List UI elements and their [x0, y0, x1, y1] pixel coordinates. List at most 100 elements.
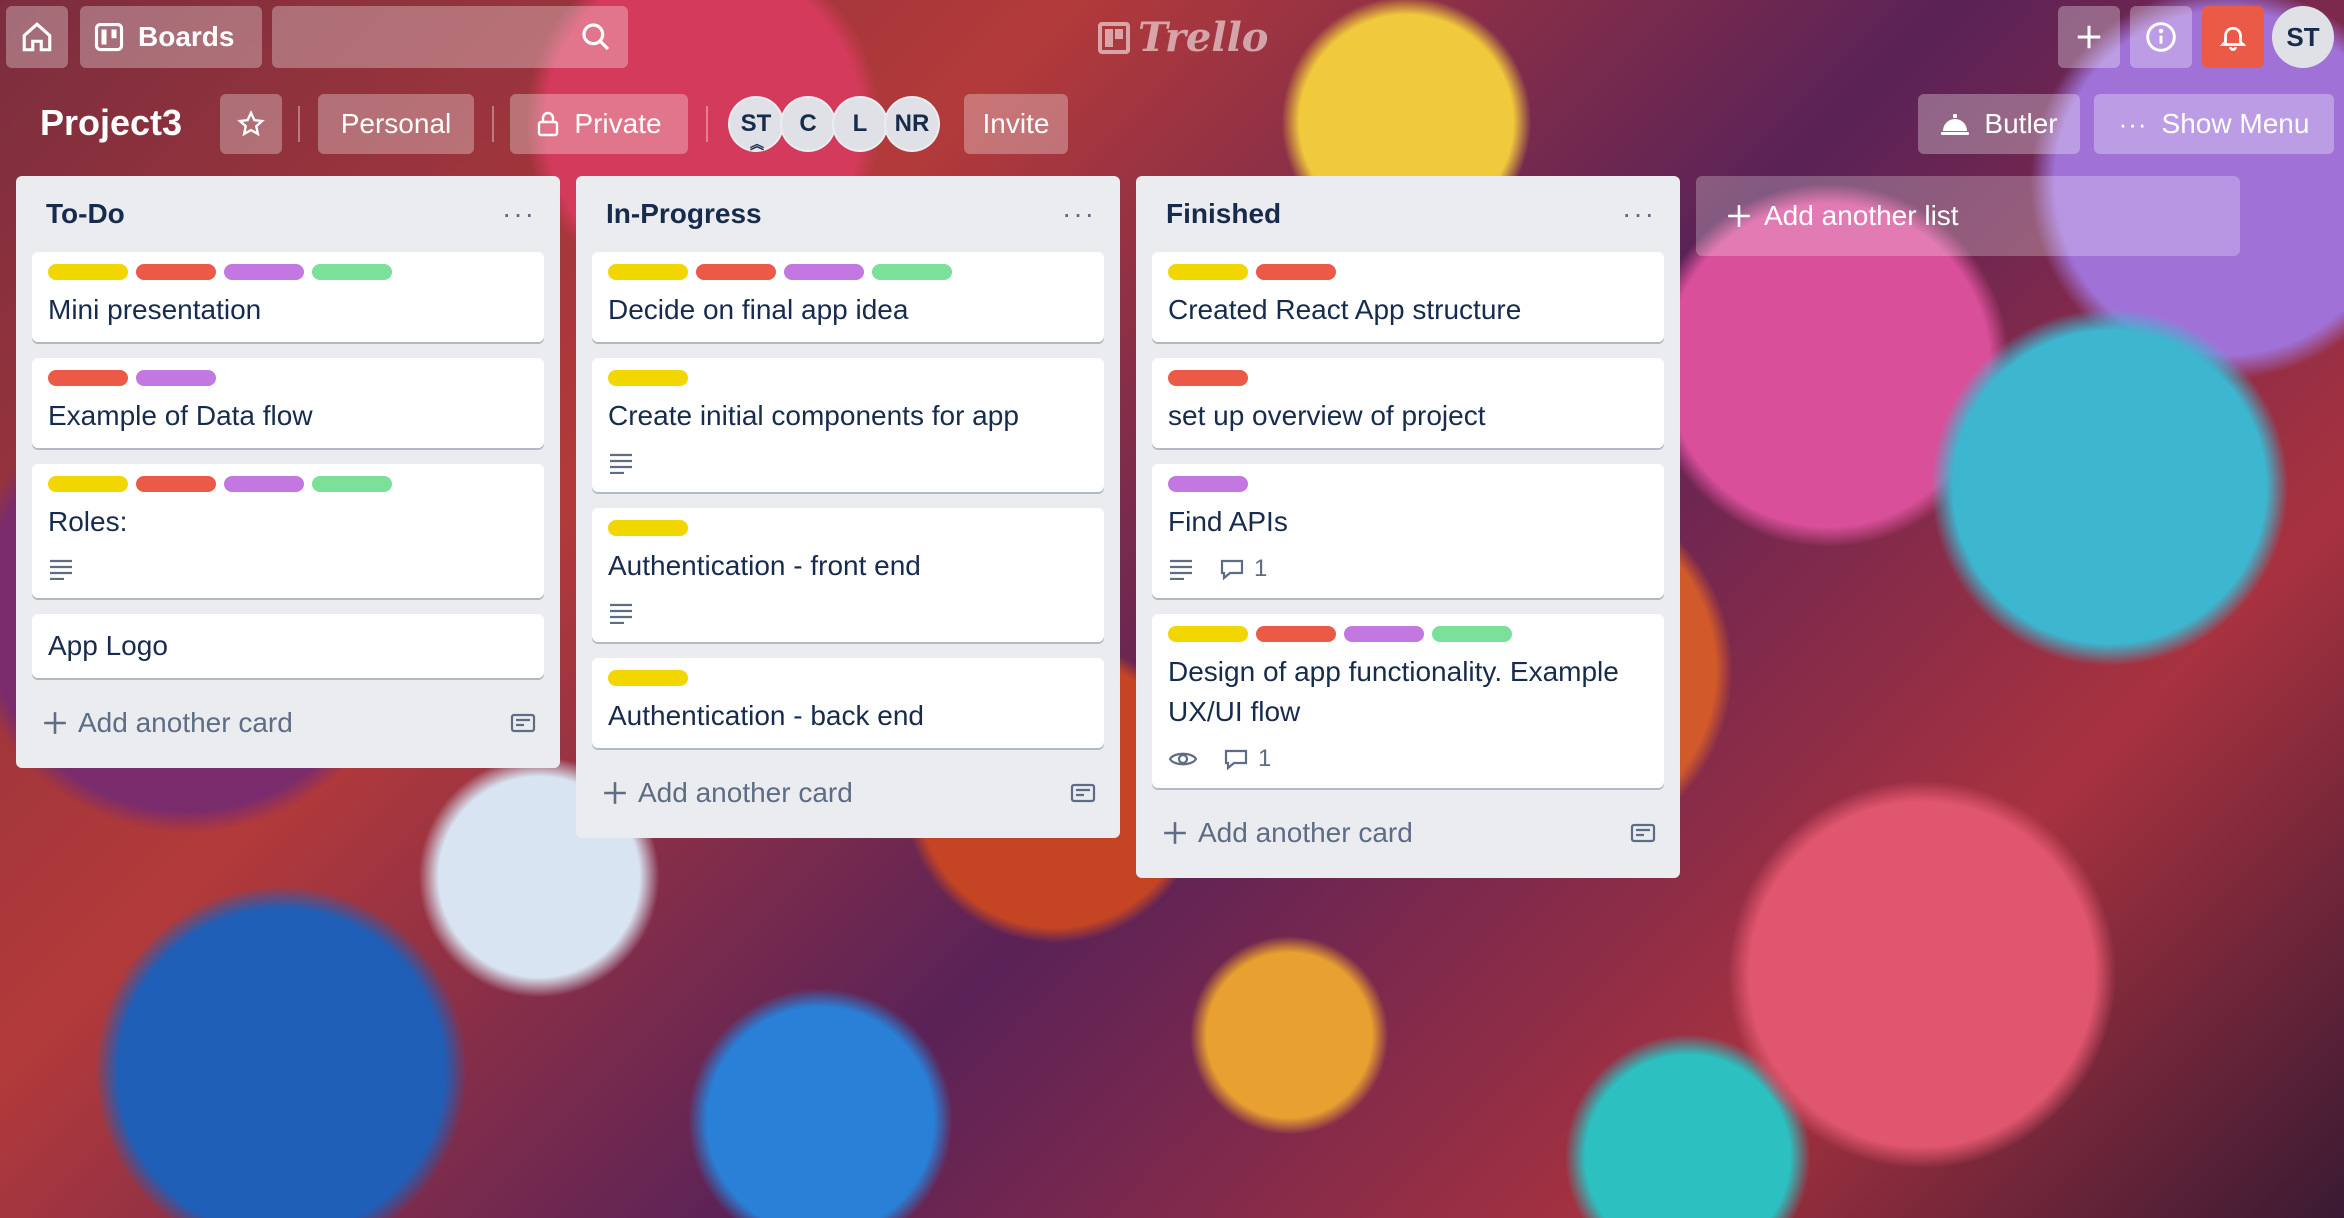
add-card-content: Add another card — [1162, 817, 1413, 849]
comment-icon — [1220, 559, 1244, 581]
label-red[interactable] — [1168, 370, 1248, 386]
label-yellow[interactable] — [1168, 626, 1248, 642]
card[interactable]: Created React App structure — [1152, 252, 1664, 342]
invite-label: Invite — [982, 108, 1050, 139]
list-header: Finished ··· — [1152, 176, 1664, 252]
label-red[interactable] — [48, 370, 128, 386]
label-green[interactable] — [312, 476, 392, 492]
card-labels — [608, 370, 1088, 386]
add-card-button[interactable]: Add another card — [32, 694, 544, 752]
home-button[interactable] — [6, 6, 68, 68]
card-badges: 1 — [1168, 552, 1648, 586]
card-title: set up overview of project — [1168, 400, 1486, 431]
card[interactable]: Find APIs 1 — [1152, 464, 1664, 598]
card-title: Example of Data flow — [48, 400, 313, 431]
card[interactable]: Create initial components for app — [592, 358, 1104, 492]
show-menu-button[interactable]: ··· Show Menu — [2094, 94, 2334, 154]
add-list-button[interactable]: Add another list — [1696, 176, 2240, 256]
card-template-icon[interactable] — [510, 711, 536, 735]
trello-logo-icon — [1098, 21, 1130, 54]
more-dots-icon: ··· — [2118, 108, 2148, 139]
boards-icon — [94, 22, 124, 52]
trello-logo[interactable]: Trello — [1098, 14, 1268, 61]
add-card-button[interactable]: Add another card — [1152, 804, 1664, 862]
label-purple[interactable] — [1168, 476, 1248, 492]
lock-icon — [538, 111, 559, 137]
list-menu-icon[interactable]: ··· — [1062, 198, 1096, 230]
card-template-icon[interactable] — [1630, 821, 1656, 845]
user-avatar[interactable]: ST — [2272, 6, 2334, 68]
label-yellow[interactable] — [608, 520, 688, 536]
list-title[interactable]: In-Progress — [606, 198, 762, 230]
card[interactable]: Design of app functionality. Example UX/… — [1152, 614, 1664, 788]
label-red[interactable] — [1256, 626, 1336, 642]
visibility-label: Private — [574, 108, 662, 139]
card[interactable]: App Logo — [32, 614, 544, 678]
member-avatar[interactable]: ST ︽ — [728, 96, 784, 152]
create-button[interactable] — [2058, 6, 2120, 68]
card[interactable]: set up overview of project — [1152, 358, 1664, 448]
list-menu-icon[interactable]: ··· — [502, 198, 536, 230]
boards-button[interactable]: Boards — [80, 6, 262, 68]
star-icon — [237, 110, 265, 137]
plus-icon — [44, 712, 66, 734]
member-initials: L — [852, 110, 868, 137]
label-red[interactable] — [696, 264, 776, 280]
member-avatar[interactable]: C — [780, 96, 836, 152]
label-yellow[interactable] — [608, 264, 688, 280]
label-green[interactable] — [312, 264, 392, 280]
label-purple[interactable] — [1344, 626, 1424, 642]
show-menu-label: Show Menu — [2161, 108, 2310, 139]
card[interactable]: Roles: — [32, 464, 544, 598]
label-green[interactable] — [872, 264, 952, 280]
card-labels — [608, 670, 1088, 686]
member-avatar[interactable]: NR — [884, 96, 940, 152]
card-labels — [48, 264, 528, 280]
add-card-button[interactable]: Add another card — [592, 764, 1104, 822]
header-divider — [706, 106, 708, 142]
home-icon — [22, 22, 52, 52]
invite-button[interactable]: Invite — [964, 94, 1068, 154]
card[interactable]: Decide on final app idea — [592, 252, 1104, 342]
label-purple[interactable] — [136, 370, 216, 386]
board-visibility-button[interactable]: Private — [510, 94, 688, 154]
label-red[interactable] — [136, 476, 216, 492]
search-input[interactable] — [272, 6, 628, 68]
card[interactable]: Mini presentation — [32, 252, 544, 342]
card-labels — [608, 264, 1088, 280]
card[interactable]: Example of Data flow — [32, 358, 544, 448]
eye-icon — [1168, 752, 1198, 766]
label-red[interactable] — [1256, 264, 1336, 280]
add-card-label: Add another card — [78, 707, 293, 738]
label-yellow[interactable] — [608, 670, 688, 686]
card-title: App Logo — [48, 630, 168, 661]
card[interactable]: Authentication - front end — [592, 508, 1104, 642]
label-purple[interactable] — [224, 264, 304, 280]
board-title[interactable]: Project3 — [40, 102, 182, 144]
plus-icon — [1164, 822, 1186, 844]
description-icon — [1170, 559, 1192, 580]
label-yellow[interactable] — [48, 264, 128, 280]
team-visibility-button[interactable]: Personal — [318, 94, 474, 154]
list-title[interactable]: Finished — [1166, 198, 1281, 230]
team-label: Personal — [340, 108, 452, 139]
label-yellow[interactable] — [48, 476, 128, 492]
card-title: Find APIs — [1168, 506, 1288, 537]
member-avatar[interactable]: L — [832, 96, 888, 152]
star-board-button[interactable] — [220, 94, 282, 154]
butler-button[interactable]: Butler — [1918, 94, 2080, 154]
label-yellow[interactable] — [1168, 264, 1248, 280]
label-yellow[interactable] — [608, 370, 688, 386]
info-button[interactable] — [2130, 6, 2192, 68]
card-title: Authentication - front end — [608, 550, 921, 581]
add-card-content: Add another card — [602, 777, 853, 809]
card[interactable]: Authentication - back end — [592, 658, 1104, 748]
card-template-icon[interactable] — [1070, 781, 1096, 805]
notifications-button[interactable] — [2202, 6, 2264, 68]
label-purple[interactable] — [784, 264, 864, 280]
list-title[interactable]: To-Do — [46, 198, 125, 230]
label-green[interactable] — [1432, 626, 1512, 642]
list-menu-icon[interactable]: ··· — [1622, 198, 1656, 230]
label-red[interactable] — [136, 264, 216, 280]
label-purple[interactable] — [224, 476, 304, 492]
